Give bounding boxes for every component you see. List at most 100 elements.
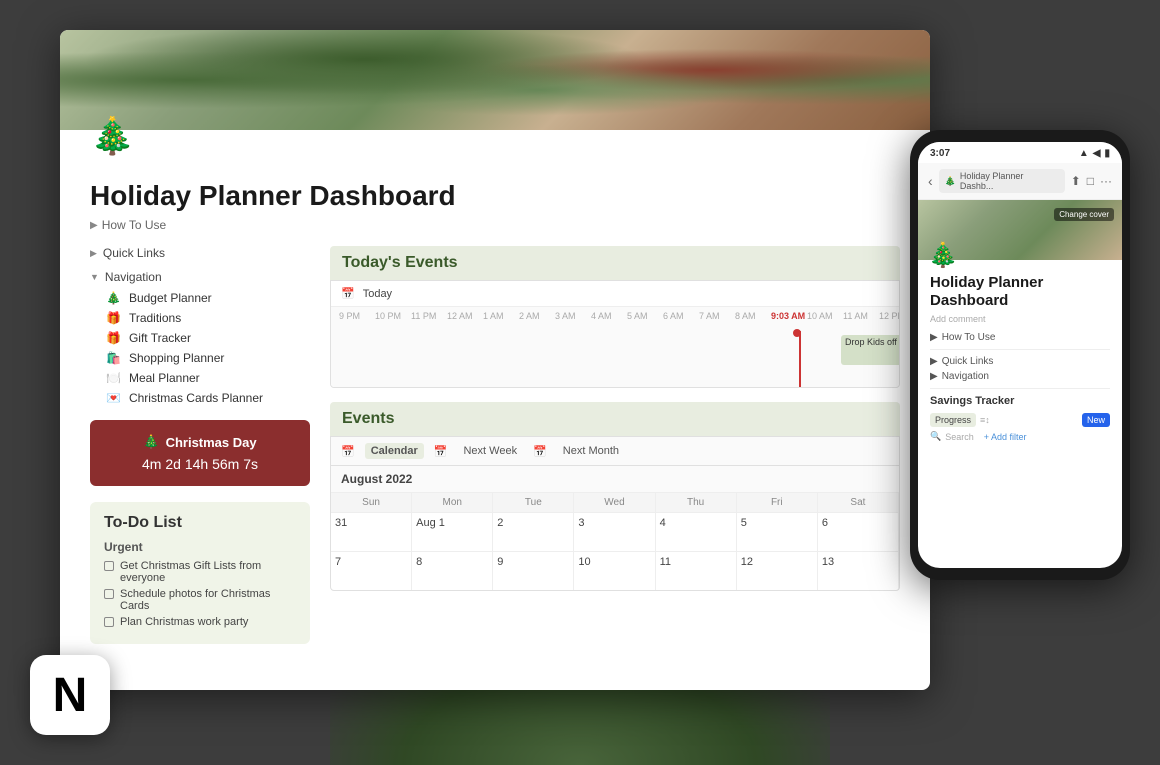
current-time-line (799, 331, 801, 387)
event-drop-kids[interactable]: Drop Kids off (841, 335, 899, 365)
how-to-use-toggle[interactable]: ▶ How To Use (90, 218, 900, 232)
cal-cell-7[interactable]: 7 (331, 552, 412, 590)
todo-urgent-label: Urgent (104, 540, 296, 554)
main-area: Today's Events 📅 Today 9 PM 10 PM 11 PM … (330, 246, 900, 644)
todo-item-1[interactable]: Get Christmas Gift Lists from everyone (104, 560, 296, 584)
phone-bookmark-icon[interactable]: □ (1087, 174, 1094, 188)
traditions-label: Traditions (129, 311, 181, 325)
phone-new-button[interactable]: New (1082, 413, 1110, 427)
calendar-month-label: August 2022 (331, 466, 899, 493)
cards-icon: 💌 (106, 391, 121, 405)
navigation-toggle[interactable]: ▼ Navigation (90, 270, 310, 284)
phone-screen: 3:07 ▲ ◀ ▮ ‹ 🎄 Holiday Planner Dashb... … (918, 142, 1122, 568)
christmas-tree-icon: 🎄 (143, 434, 159, 450)
nav-item-meal[interactable]: 🍽️ Meal Planner (90, 368, 310, 388)
phone-change-cover-button[interactable]: Change cover (1054, 208, 1114, 221)
todo-item-text-3: Plan Christmas work party (120, 616, 248, 628)
todo-item-text-1: Get Christmas Gift Lists from everyone (120, 560, 296, 584)
quick-links-toggle[interactable]: ▶ Quick Links (90, 246, 310, 260)
today-button[interactable]: Today (363, 288, 392, 300)
traditions-icon: 🎁 (106, 311, 121, 325)
phone-sort-icon[interactable]: ≡↕ (980, 415, 1078, 425)
tab-calendar[interactable]: Calendar (365, 443, 424, 459)
phone-header-image: Change cover 🎄 (918, 200, 1122, 260)
nav-item-shopping[interactable]: 🛍️ Shopping Planner (90, 348, 310, 368)
budget-label: Budget Planner (129, 291, 212, 305)
hour-8am: 8 AM (735, 311, 771, 321)
phone-navigation-toggle[interactable]: ▶ Navigation (930, 371, 1110, 382)
cards-label: Christmas Cards Planner (129, 391, 263, 405)
budget-icon: 🎄 (106, 291, 121, 305)
phone-how-to-use-toggle[interactable]: ▶ How To Use (930, 332, 1110, 343)
desktop-mockup: 🎄 Holiday Planner Dashboard ▶ How To Use… (60, 30, 930, 690)
cal-cell-8[interactable]: 8 (412, 552, 493, 590)
phone-search-bar[interactable]: 🔍 Search + Add filter (930, 431, 1110, 442)
left-sidebar: ▶ Quick Links ▼ Navigation 🎄 Budget Plan… (90, 246, 310, 644)
quick-links-arrow: ▶ (90, 248, 97, 259)
phone-back-button[interactable]: ‹ (928, 173, 933, 189)
phone-how-to-use-label: How To Use (942, 332, 996, 343)
cal-cell-3[interactable]: 3 (574, 513, 655, 551)
christmas-countdown: 🎄 Christmas Day 4m 2d 14h 56m 7s (90, 420, 310, 486)
todays-events-title: Today's Events (342, 254, 458, 271)
todo-checkbox-2[interactable] (104, 589, 114, 599)
hour-5am: 5 AM (627, 311, 663, 321)
page-content: Holiday Planner Dashboard ▶ How To Use ▶… (60, 130, 930, 664)
todo-checkbox-3[interactable] (104, 617, 114, 627)
phone-add-comment[interactable]: Add comment (930, 314, 1110, 324)
phone-more-icon[interactable]: ··· (1100, 174, 1112, 188)
two-column-layout: ▶ Quick Links ▼ Navigation 🎄 Budget Plan… (90, 246, 900, 644)
tab-next-month[interactable]: Next Month (557, 443, 625, 459)
meal-icon: 🍽️ (106, 371, 121, 385)
cal-cell-4[interactable]: 4 (656, 513, 737, 551)
hour-11am: 11 AM (843, 311, 879, 321)
notion-logo-letter: N (53, 668, 88, 723)
day-mon: Mon (412, 493, 493, 512)
events-section: Events 📅 Calendar 📅 Next Week 📅 Next Mon… (330, 402, 900, 591)
cal-cell-aug1[interactable]: Aug 1 (412, 513, 493, 551)
phone-navigation-label: Navigation (942, 371, 989, 382)
timeline-scroll[interactable]: 9 PM 10 PM 11 PM 12 AM 1 AM 2 AM 3 AM 4 … (331, 307, 899, 387)
cal-cell-11[interactable]: 11 (656, 552, 737, 590)
cal-cell-10[interactable]: 10 (574, 552, 655, 590)
hour-12am: 12 AM (447, 311, 483, 321)
events-section-header: Events (330, 402, 900, 436)
nav-item-budget[interactable]: 🎄 Budget Planner (90, 288, 310, 308)
phone-share-icon[interactable]: ⬆ (1071, 174, 1081, 188)
cal-cell-6[interactable]: 6 (818, 513, 899, 551)
phone-content: Holiday Planner Dashboard Add comment ▶ … (918, 260, 1122, 568)
tab-next-week[interactable]: Next Week (457, 443, 523, 459)
cal-cell-12[interactable]: 12 (737, 552, 818, 590)
todo-checkbox-1[interactable] (104, 561, 114, 571)
hour-3am: 3 AM (555, 311, 591, 321)
phone-navigation-arrow: ▶ (930, 371, 938, 382)
hour-11pm: 11 PM (411, 311, 447, 321)
cal-cell-31[interactable]: 31 (331, 513, 412, 551)
shopping-label: Shopping Planner (129, 351, 224, 365)
phone-add-filter[interactable]: + Add filter (984, 432, 1027, 442)
hour-7am: 7 AM (699, 311, 735, 321)
cal-cell-13[interactable]: 13 (818, 552, 899, 590)
page-title: Holiday Planner Dashboard (90, 180, 900, 212)
cal-cell-2[interactable]: 2 (493, 513, 574, 551)
phone-status-icons: ▲ ◀ ▮ (1079, 148, 1110, 159)
how-to-use-label: How To Use (102, 218, 166, 232)
cal-cell-9[interactable]: 9 (493, 552, 574, 590)
calendar-row-2: 7 8 9 10 11 12 13 (331, 551, 899, 590)
christmas-label: 🎄 Christmas Day (106, 434, 294, 450)
phone-action-buttons: ⬆ □ ··· (1071, 174, 1112, 188)
timeline-hours: 9 PM 10 PM 11 PM 12 AM 1 AM 2 AM 3 AM 4 … (339, 311, 891, 321)
nav-item-christmas-cards[interactable]: 💌 Christmas Cards Planner (90, 388, 310, 408)
cal-cell-5[interactable]: 5 (737, 513, 818, 551)
hour-4am: 4 AM (591, 311, 627, 321)
nav-item-gift-tracker[interactable]: 🎁 Gift Tracker (90, 328, 310, 348)
todo-item-2[interactable]: Schedule photos for Christmas Cards (104, 588, 296, 612)
phone-quick-links-toggle[interactable]: ▶ Quick Links (930, 356, 1110, 367)
todo-item-3[interactable]: Plan Christmas work party (104, 616, 296, 628)
how-to-use-arrow: ▶ (90, 220, 98, 231)
phone-progress-tab[interactable]: Progress (930, 413, 976, 427)
signal-icon: ◀ (1093, 148, 1101, 159)
navigation-label: Navigation (105, 270, 162, 284)
nav-item-traditions[interactable]: 🎁 Traditions (90, 308, 310, 328)
phone-url-bar[interactable]: 🎄 Holiday Planner Dashb... (939, 169, 1065, 193)
